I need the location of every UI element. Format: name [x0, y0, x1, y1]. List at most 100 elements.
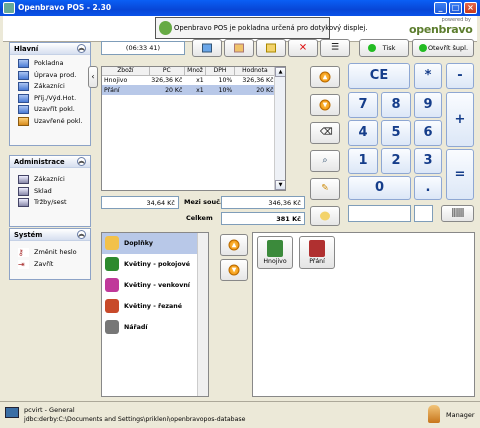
fertilizer-icon: [267, 240, 283, 257]
key-6[interactable]: 6: [414, 120, 442, 146]
collapse-icon[interactable]: ︽: [77, 44, 86, 53]
product-grid: Hnojivo Přání: [252, 232, 475, 397]
cash-in-out-icon: [18, 93, 29, 103]
key-5[interactable]: 5: [381, 120, 411, 146]
customers-book-icon: [18, 175, 29, 184]
sales-book-icon: [18, 198, 29, 207]
brand-logo: powered by openbravo: [409, 17, 473, 36]
nav-section-title[interactable]: Systém ︽: [10, 229, 90, 241]
table-header: Zboží PC Množ DPH Hodnota: [102, 67, 277, 76]
key-ce[interactable]: CE: [348, 63, 410, 89]
greeting-card-icon: [309, 240, 325, 257]
nav-item-pokladna[interactable]: Pokladna: [10, 58, 90, 70]
nav-item-close-cash[interactable]: Uzavřít pokl.: [10, 104, 90, 116]
subtotal-value: 346,36 Kč: [221, 196, 305, 209]
table-row[interactable]: Hnojivo 326,36 Kč x1 10% 326,36 Kč: [102, 75, 276, 85]
amount-input[interactable]: [348, 205, 411, 222]
column-header: DPH: [205, 67, 235, 76]
category-item[interactable]: Nářadí: [102, 317, 208, 338]
chevron-left-icon: ‹: [91, 72, 95, 81]
title-bar: Openbravo POS - 2.30 _ □ ×: [0, 0, 480, 16]
total-label: Celkem: [186, 214, 213, 222]
nav-item-cash-in-out[interactable]: Příj./Výd.Hot.: [10, 93, 90, 105]
nav-section-title[interactable]: Hlavní ︽: [10, 43, 90, 55]
nav-item-customers[interactable]: Zákazníci: [10, 81, 90, 93]
remove-line-icon: ⌫: [320, 127, 333, 138]
category-down-button[interactable]: ▼: [220, 259, 248, 281]
edit-line-button[interactable]: ✎: [310, 178, 340, 200]
database-label: jdbc:derby:C:\Documents and Settings\pri…: [24, 416, 246, 423]
key-minus[interactable]: -: [446, 63, 474, 89]
category-item[interactable]: Květiny - venkovní: [102, 275, 208, 296]
barcode-button[interactable]: ||||||: [441, 205, 474, 222]
nav-item-admin-customers[interactable]: Zákazníci: [10, 174, 90, 186]
nav-item-edit-sales[interactable]: Úprava prod.: [10, 70, 90, 82]
key-equals[interactable]: =: [446, 149, 474, 200]
nav-item-exit[interactable]: ⇥ Zavřít: [10, 259, 90, 271]
ticket-lines-table: Zboží PC Množ DPH Hodnota Hnojivo 326,36…: [101, 66, 286, 191]
user-icon: [428, 405, 440, 423]
attributes-button[interactable]: [310, 206, 340, 226]
accessories-icon: [105, 236, 119, 250]
product-button-hnojivo[interactable]: Hnojivo: [257, 236, 293, 269]
delete-ticket-button[interactable]: ✕: [288, 39, 318, 57]
key-2[interactable]: 2: [381, 148, 411, 174]
key-1[interactable]: 1: [348, 148, 378, 174]
collapse-nav-button[interactable]: ‹: [88, 66, 98, 88]
host-label: pcvirt - General: [24, 406, 75, 414]
nav-section-title[interactable]: Administrace ︽: [10, 156, 90, 168]
open-drawer-button[interactable]: Otevřít šupl.: [412, 39, 474, 57]
key-dot[interactable]: .: [414, 176, 442, 200]
customer-icon: [234, 43, 244, 53]
key-8[interactable]: 8: [381, 92, 411, 118]
new-ticket-button[interactable]: [192, 39, 222, 57]
nav-item-sales-reports[interactable]: Tržby/sest: [10, 197, 90, 209]
product-button-prani[interactable]: Přání: [299, 236, 335, 269]
category-item[interactable]: Květiny - řezané: [102, 296, 208, 317]
minimize-button[interactable]: _: [434, 2, 447, 14]
scroll-down-icon[interactable]: ▼: [275, 180, 285, 190]
key-multiply[interactable]: *: [414, 63, 442, 89]
palette-icon: [320, 211, 330, 221]
category-item[interactable]: Květiny - pokojové: [102, 254, 208, 275]
code-input[interactable]: [414, 205, 433, 222]
maximize-button[interactable]: □: [449, 2, 462, 14]
key-plus[interactable]: +: [446, 92, 474, 147]
key-3[interactable]: 3: [414, 148, 442, 174]
navigation-panel: Hlavní ︽ Pokladna Úprava prod. Zákazníci …: [3, 42, 94, 400]
tax-total: 34,64 Kč: [101, 196, 179, 209]
category-item[interactable]: Doplňky: [102, 233, 208, 254]
open-ticket-button[interactable]: [256, 39, 286, 57]
nav-item-stock[interactable]: Sklad: [10, 186, 90, 198]
key-icon: ⚷: [18, 248, 29, 257]
category-scrollbar[interactable]: [197, 233, 208, 396]
move-down-button[interactable]: ▼: [310, 94, 340, 116]
search-product-button[interactable]: ⌕: [310, 150, 340, 172]
total-value: 381 Kč: [221, 212, 305, 225]
key-7[interactable]: 7: [348, 92, 378, 118]
collapse-icon[interactable]: ︽: [77, 157, 86, 166]
grid-icon: [202, 43, 212, 53]
close-cash-icon: [18, 105, 29, 114]
nav-item-change-password[interactable]: ⚷ Změnit heslo: [10, 247, 90, 259]
delete-icon: ✕: [298, 42, 308, 54]
exit-icon: ⇥: [18, 259, 29, 269]
customer-button[interactable]: [224, 39, 254, 57]
close-button[interactable]: ×: [464, 2, 477, 14]
print-button[interactable]: Tisk: [359, 39, 409, 57]
scroll-up-icon[interactable]: ▲: [275, 67, 285, 77]
key-9[interactable]: 9: [414, 92, 442, 118]
column-header: Zboží: [102, 67, 150, 76]
closed-cash-icon: [18, 116, 29, 126]
category-up-button[interactable]: ▲: [220, 234, 248, 256]
openbravo-logo-icon: [159, 21, 172, 35]
collapse-icon[interactable]: ︽: [77, 230, 86, 239]
nav-item-closed-cash[interactable]: Uzavřené pokl.: [10, 116, 90, 128]
key-4[interactable]: 4: [348, 120, 378, 146]
key-0[interactable]: 0: [348, 176, 411, 200]
ticket-scrollbar[interactable]: ▲ ▼: [274, 67, 285, 190]
table-row[interactable]: Přání 20 Kč x1 10% 20 Kč: [102, 85, 276, 95]
list-button[interactable]: ☰: [320, 39, 350, 57]
move-up-button[interactable]: ▲: [310, 66, 340, 88]
delete-line-button[interactable]: ⌫: [310, 122, 340, 144]
